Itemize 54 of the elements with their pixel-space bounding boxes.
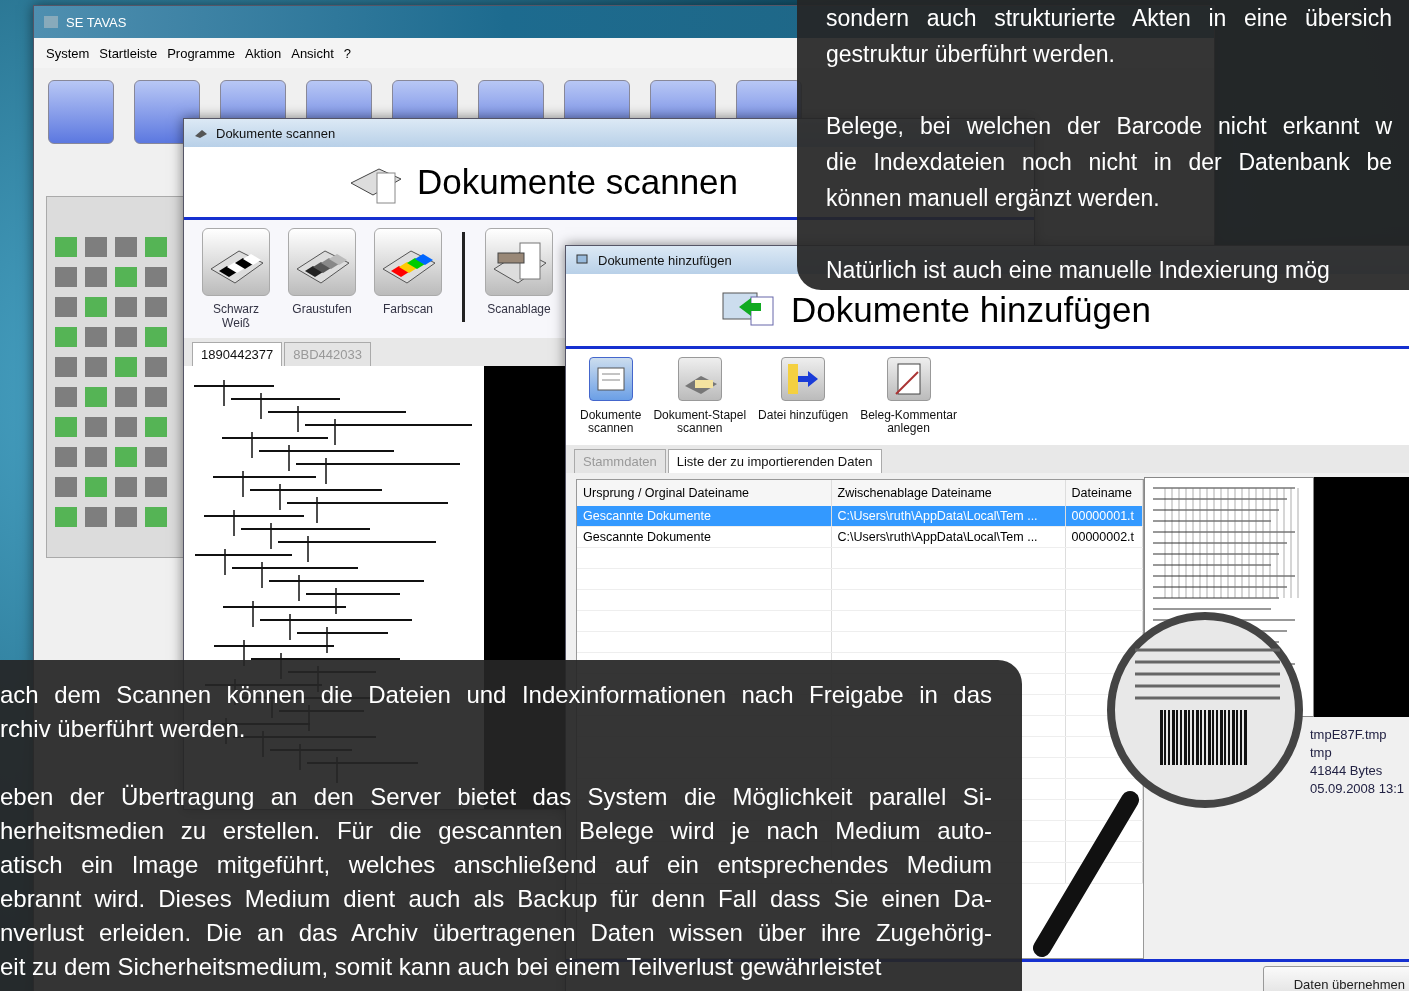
app-icon bbox=[44, 16, 58, 28]
table-cell: 00000001.t bbox=[1065, 506, 1143, 527]
menu-item[interactable]: Ansicht bbox=[291, 45, 334, 61]
scan-mode-button[interactable]: Schwarz Weiß bbox=[198, 228, 274, 330]
overlay-text-line: nverlust erleiden. Die an das Archiv übertragenen Daten wissen über ihre Zugehörig- bbox=[0, 918, 992, 948]
table-cell: Gescannte Dokumente bbox=[577, 526, 831, 548]
table-cell: C:\Users\ruth\AppData\Local\Tem ... bbox=[831, 526, 1065, 548]
overlay-text-line: eit zu dem Sicherheitsmedium, somit kann auch bei einem Teilverlust gewährleistet bbox=[0, 952, 883, 982]
column-header[interactable]: Dateiname bbox=[1065, 480, 1143, 507]
table-cell: 00000002.t bbox=[1065, 526, 1143, 548]
app-tile-icon[interactable] bbox=[48, 80, 114, 144]
content-tab[interactable]: Liste der zu importierenden Daten bbox=[667, 449, 882, 474]
overlay-text-line: ebrannt wird. Dieses Medium dient auch als Backup für denn Fall dass Sie einen Da- bbox=[0, 884, 992, 914]
toolbar-button[interactable]: Beleg-Kommentar anlegen bbox=[856, 355, 961, 438]
property-value: 05.09.2008 13:1 bbox=[1310, 781, 1405, 797]
property-value: tmp bbox=[1310, 745, 1333, 761]
menu-item[interactable]: ? bbox=[343, 45, 352, 61]
computer-icon bbox=[576, 254, 590, 266]
overlay-text-line: ach dem Scannen können die Dateien und Indexinformationen nach Freigabe in das bbox=[0, 680, 992, 710]
overlay-text-line: Belege, bei welchen der Barcode nicht erkannt w bbox=[826, 112, 1392, 141]
overlay-text-line: rchiv überführt werden. bbox=[0, 714, 247, 744]
table-row[interactable]: Gescannte Dokumente C:\Users\ruth\AppData\Local\Tem ... 00000002.t bbox=[577, 526, 1143, 548]
overlay-text-line: eben der Übertragung an den Server bietet das System die Möglichkeit parallel Si- bbox=[0, 782, 992, 812]
overlay-text-line: sondern auch strukturierte Akten in eine übersich bbox=[826, 4, 1392, 33]
table-cell: Gescannte Dokumente bbox=[577, 506, 831, 527]
overlay-text-line: können manuell ergänzt werden. bbox=[826, 184, 1161, 213]
menu-item[interactable]: Aktion bbox=[245, 45, 282, 61]
scan-mode-button[interactable]: Scanablage bbox=[481, 228, 557, 316]
accept-button[interactable]: Daten übernehmen bbox=[1262, 965, 1409, 991]
overlay-text-line: die Indexdateien noch nicht in der Datenbank be bbox=[826, 148, 1392, 177]
column-header[interactable]: Zwischenablage Dateiname bbox=[831, 480, 1065, 507]
overlay-text-line: gestruktur überführt werden. bbox=[826, 40, 1116, 69]
menu-item[interactable]: System bbox=[46, 45, 90, 61]
window-title: SE TAVAS bbox=[66, 14, 127, 30]
menu-item[interactable]: Startleiste bbox=[99, 45, 158, 61]
document-tab[interactable]: 1890442377 bbox=[192, 342, 283, 366]
menu-item[interactable]: Programme bbox=[167, 45, 236, 61]
window-title: Dokumente hinzufügen bbox=[598, 252, 732, 268]
table-cell: C:\Users\ruth\AppData\Local\Tem ... bbox=[831, 506, 1065, 527]
window-title: Dokumente scannen bbox=[216, 125, 336, 141]
overlay-text-line: Natürlich ist auch eine manuelle Indexierung mög bbox=[826, 256, 1331, 285]
app-tile-icon[interactable] bbox=[134, 80, 200, 144]
window-heading: Dokumente hinzufügen bbox=[791, 290, 1151, 330]
toolbar-button[interactable]: Datei hinzufügen bbox=[754, 355, 853, 425]
overlay-text-line: herheitsmedien zu erstellen. Für die gescannten Belege wird je nach Medium auto- bbox=[0, 816, 992, 846]
toolbar-button[interactable]: Dokument-Stapel scannen bbox=[649, 355, 751, 438]
toolbar-button[interactable]: Dokumente scannen bbox=[576, 355, 646, 438]
window-heading: Dokumente scannen bbox=[417, 162, 739, 202]
property-value: tmpE87F.tmp bbox=[1310, 727, 1388, 743]
property-value: 41844 Bytes bbox=[1310, 763, 1384, 779]
scan-mode-button[interactable]: Farbscan bbox=[370, 228, 446, 316]
overlay-text-line: atisch ein Image mitgeführt, welches anschließend auf ein entsprechendes Medium bbox=[0, 850, 992, 880]
scan-mode-button[interactable]: Graustufen bbox=[284, 228, 360, 316]
column-header[interactable]: Ursprung / Orginal Dateiname bbox=[577, 480, 831, 507]
